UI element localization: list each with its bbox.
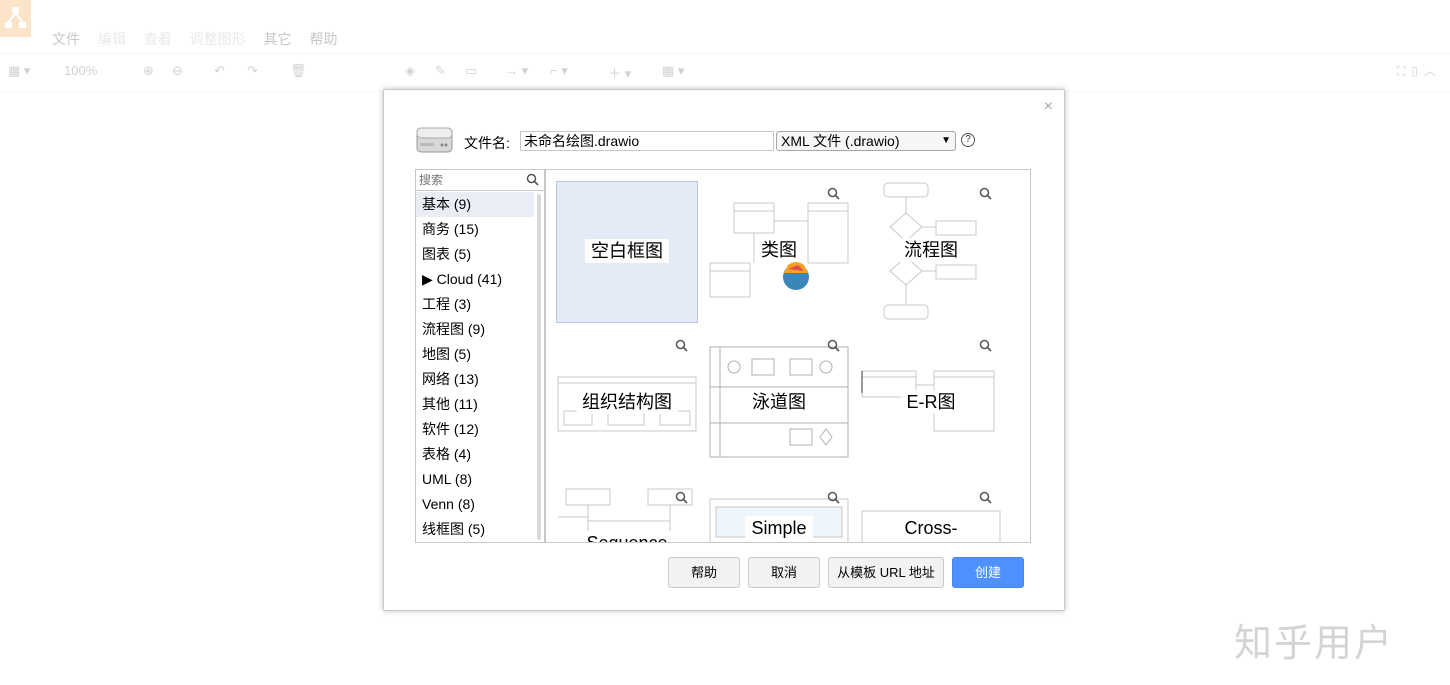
template-org-chart[interactable]: 组织结构图	[556, 333, 698, 475]
category-basic[interactable]: 基本 (9)	[416, 192, 534, 217]
format-panel-icon[interactable]: ▦ ▾	[8, 63, 30, 79]
template-er-diagram[interactable]: E-R图	[860, 333, 1002, 475]
zoom-icon[interactable]	[675, 491, 688, 504]
undo-icon[interactable]: ↶	[214, 63, 225, 79]
new-diagram-dialog: × 文件名: XML 文件 (.drawio) ▼ ? 基本 (9) 商务 (1…	[383, 89, 1065, 611]
template-label: 泳道图	[746, 390, 812, 414]
zoom-icon[interactable]	[827, 339, 840, 352]
menu-arrange[interactable]: 调整图形	[190, 31, 246, 47]
insert-icon[interactable]: ＋ ▾	[608, 63, 631, 82]
zoom-icon[interactable]	[675, 339, 688, 352]
search-input[interactable]	[416, 170, 521, 190]
template-label: 类图	[755, 238, 803, 262]
table-icon[interactable]: ▦ ▾	[662, 63, 684, 79]
menu-file[interactable]: 文件	[52, 31, 80, 47]
zoom-icon[interactable]	[827, 491, 840, 504]
category-other[interactable]: 其他 (11)	[416, 392, 534, 417]
zoom-out-icon[interactable]: ⊖	[172, 63, 183, 79]
template-grid: 空白框图 类图 流程图 组织结构图 泳道图 E-R图 Sequence Simp…	[545, 169, 1031, 543]
template-label: E-R图	[900, 390, 962, 414]
delete-icon[interactable]: 🗑	[290, 63, 307, 79]
zoom-icon[interactable]	[827, 187, 840, 200]
template-class-diagram[interactable]: 类图	[708, 181, 850, 323]
menu-edit[interactable]: 编辑	[98, 31, 126, 47]
category-charts[interactable]: 图表 (5)	[416, 242, 534, 267]
template-blank[interactable]: 空白框图	[556, 181, 698, 323]
template-label: 组织结构图	[576, 390, 678, 414]
menu-help[interactable]: 帮助	[309, 31, 337, 47]
template-label: Cross-	[898, 516, 964, 540]
fill-color-icon[interactable]: ◈	[405, 63, 415, 79]
template-label: 流程图	[898, 238, 964, 262]
category-maps[interactable]: 地图 (5)	[416, 342, 534, 367]
category-flowchart[interactable]: 流程图 (9)	[416, 317, 534, 342]
hard-disk-icon	[416, 127, 453, 153]
template-flowchart[interactable]: 流程图	[860, 181, 1002, 323]
drawio-logo	[0, 0, 31, 37]
create-button[interactable]: 创建	[952, 557, 1024, 588]
zoom-in-icon[interactable]: ⊕	[143, 63, 154, 79]
shadow-icon[interactable]: ▭	[465, 63, 477, 79]
cancel-button[interactable]: 取消	[748, 557, 820, 588]
category-panel: 基本 (9) 商务 (15) 图表 (5) ▶ Cloud (41) 工程 (3…	[415, 169, 545, 543]
format-select-value: XML 文件 (.drawio)	[781, 133, 900, 149]
zoom-icon[interactable]	[979, 491, 992, 504]
category-engineering[interactable]: 工程 (3)	[416, 292, 534, 317]
window-icons[interactable]: ⛶▯︿	[1397, 62, 1442, 79]
template-sequence[interactable]: Sequence	[556, 485, 698, 542]
category-tables[interactable]: 表格 (4)	[416, 442, 534, 467]
watermark: 知乎用户	[1234, 623, 1395, 665]
category-list: 基本 (9) 商务 (15) 图表 (5) ▶ Cloud (41) 工程 (3…	[416, 192, 534, 542]
zoom-level[interactable]: 100%	[64, 63, 97, 78]
template-label: 空白框图	[585, 239, 669, 263]
category-network[interactable]: 网络 (13)	[416, 367, 534, 392]
template-swimlane[interactable]: 泳道图	[708, 333, 850, 475]
connection-icon[interactable]: → ▾	[505, 63, 528, 79]
category-software[interactable]: 软件 (12)	[416, 417, 534, 442]
menubar: 文件 编辑 查看 调整图形 其它 帮助	[52, 29, 351, 49]
menu-view[interactable]: 查看	[144, 31, 172, 47]
search-box	[416, 170, 544, 191]
template-simple[interactable]: Simple	[708, 485, 850, 542]
waypoints-icon[interactable]: ⌐ ▾	[550, 63, 568, 79]
close-icon[interactable]: ×	[1044, 98, 1053, 116]
search-icon[interactable]	[526, 173, 539, 186]
format-select[interactable]: XML 文件 (.drawio) ▼	[776, 131, 956, 151]
category-scrollbar[interactable]	[537, 194, 541, 540]
category-cloud[interactable]: ▶ Cloud (41)	[416, 267, 534, 292]
category-business[interactable]: 商务 (15)	[416, 217, 534, 242]
help-button[interactable]: 帮助	[668, 557, 740, 588]
category-wireframes[interactable]: 线框图 (5)	[416, 517, 534, 542]
menu-extras[interactable]: 其它	[264, 31, 292, 47]
line-color-icon[interactable]: ✎	[435, 63, 446, 79]
template-label: Simple	[745, 516, 813, 540]
chevron-down-icon: ▼	[941, 135, 951, 146]
from-url-button[interactable]: 从模板 URL 地址	[828, 557, 944, 588]
filename-label: 文件名:	[464, 135, 510, 151]
zoom-icon[interactable]	[979, 187, 992, 200]
template-label: Sequence	[580, 531, 674, 542]
redo-icon[interactable]: ↷	[247, 63, 258, 79]
help-icon[interactable]: ?	[961, 133, 975, 147]
filename-input[interactable]	[520, 131, 774, 151]
category-venn[interactable]: Venn (8)	[416, 492, 534, 517]
category-uml[interactable]: UML (8)	[416, 467, 534, 492]
template-cross-functional[interactable]: Cross-	[860, 485, 1002, 542]
zoom-icon[interactable]	[979, 339, 992, 352]
